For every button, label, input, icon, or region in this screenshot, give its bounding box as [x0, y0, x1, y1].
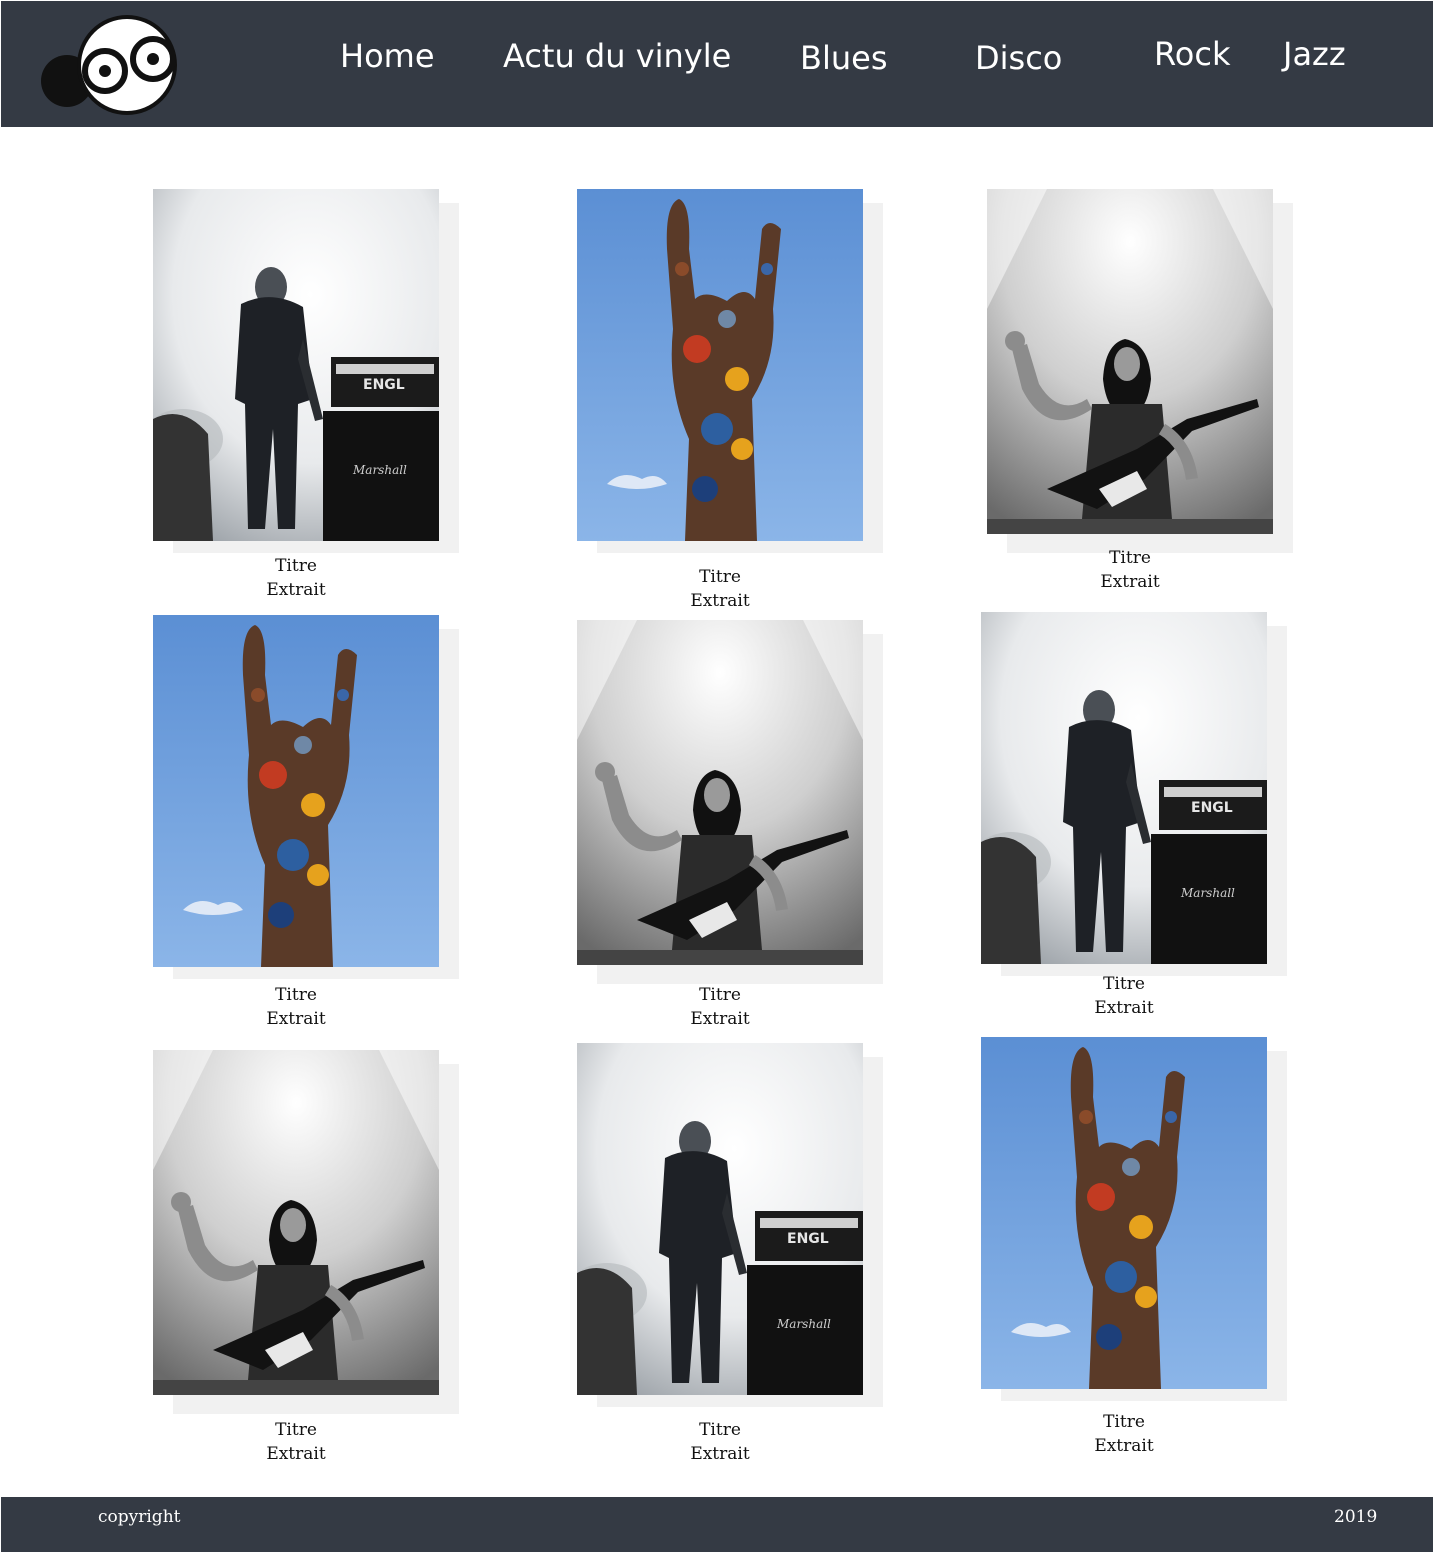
rock-hand-sculpture-sky-photo[interactable]: [153, 615, 439, 967]
card-caption: Titre Extrait: [153, 554, 439, 602]
card-title: Titre: [1103, 1412, 1145, 1432]
card-excerpt: Extrait: [1100, 572, 1160, 592]
card-caption: Titre Extrait: [987, 546, 1273, 594]
svg-text:ENGL: ENGL: [363, 377, 405, 393]
singer-guitarist-stage-bw-photo[interactable]: [987, 189, 1273, 534]
card-excerpt: Extrait: [690, 591, 750, 611]
card-title: Titre: [1109, 548, 1151, 568]
svg-text:Marshall: Marshall: [776, 1317, 831, 1331]
card-caption: Titre Extrait: [153, 983, 439, 1031]
guitarist-silhouette-fog-photo[interactable]: ENGL Marshall: [981, 612, 1267, 964]
guitarist-silhouette-fog-photo[interactable]: ENGL Marshall: [153, 189, 439, 541]
svg-text:ENGL: ENGL: [1191, 800, 1233, 816]
card-caption: Titre Extrait: [981, 1410, 1267, 1458]
card-title: Titre: [275, 985, 317, 1005]
card-excerpt: Extrait: [1094, 998, 1154, 1018]
card-caption: Titre Extrait: [577, 565, 863, 613]
nav-home[interactable]: Home: [340, 36, 435, 76]
rock-hand-sculpture-sky-photo[interactable]: [577, 189, 863, 541]
svg-text:ENGL: ENGL: [787, 1231, 829, 1247]
card-excerpt: Extrait: [690, 1009, 750, 1029]
card-title: Titre: [275, 556, 317, 576]
googly-eyes-logo-icon[interactable]: [39, 13, 189, 119]
card-caption: Titre Extrait: [153, 1418, 439, 1466]
nav-rock[interactable]: Rock: [1154, 34, 1231, 74]
card-excerpt: Extrait: [690, 1444, 750, 1464]
singer-guitarist-stage-bw-photo[interactable]: [577, 620, 863, 965]
guitarist-silhouette-fog-photo[interactable]: ENGL Marshall: [577, 1043, 863, 1395]
card-excerpt: Extrait: [1094, 1436, 1154, 1456]
copyright-year: 2019: [1334, 1507, 1378, 1527]
site-header: Home Actu du vinyle Blues Disco Rock Jaz…: [1, 1, 1433, 127]
card-title: Titre: [275, 1420, 317, 1440]
site-footer: copyright 2019: [1, 1497, 1433, 1552]
card-caption: Titre Extrait: [981, 972, 1267, 1020]
card-title: Titre: [699, 1420, 741, 1440]
card-excerpt: Extrait: [266, 1009, 326, 1029]
card-excerpt: Extrait: [266, 580, 326, 600]
copyright-text: copyright: [98, 1507, 181, 1527]
card-title: Titre: [1103, 974, 1145, 994]
card-title: Titre: [699, 567, 741, 587]
card-title: Titre: [699, 985, 741, 1005]
nav-disco[interactable]: Disco: [975, 38, 1062, 78]
nav-blues[interactable]: Blues: [800, 38, 887, 78]
svg-text:Marshall: Marshall: [1180, 886, 1235, 900]
rock-hand-sculpture-sky-photo[interactable]: [981, 1037, 1267, 1389]
nav-jazz[interactable]: Jazz: [1283, 34, 1346, 74]
card-caption: Titre Extrait: [577, 983, 863, 1031]
nav-actu-du-vinyle[interactable]: Actu du vinyle: [503, 36, 731, 76]
singer-guitarist-stage-bw-photo[interactable]: [153, 1050, 439, 1395]
card-excerpt: Extrait: [266, 1444, 326, 1464]
svg-text:Marshall: Marshall: [352, 463, 407, 477]
card-caption: Titre Extrait: [577, 1418, 863, 1466]
